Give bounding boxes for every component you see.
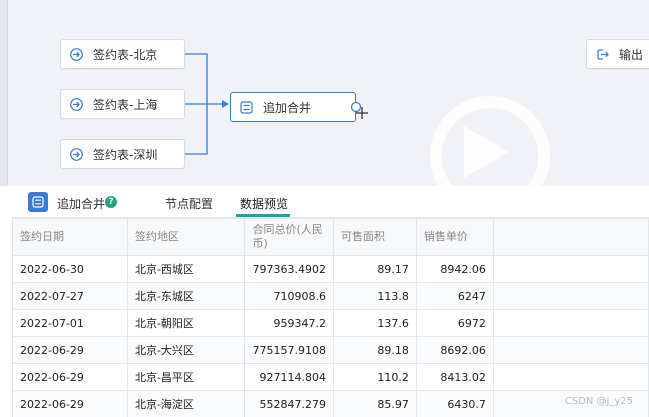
cell-empty — [492, 336, 649, 364]
column-header[interactable]: 可售面积 — [332, 218, 417, 256]
help-icon[interactable]: ? — [105, 196, 117, 208]
merge-icon — [28, 192, 48, 212]
node-label: 输出 — [619, 47, 644, 62]
cell-date: 2022-06-29 — [12, 390, 128, 417]
cell-unit-price: 8413.02 — [415, 363, 494, 391]
column-header[interactable]: 合同总价(人民币) — [244, 218, 334, 256]
cell-unit-price: 8942.06 — [415, 255, 494, 283]
cell-region: 北京-大兴区 — [126, 336, 246, 364]
node-label: 追加合并 — [263, 100, 312, 115]
cell-date: 2022-06-29 — [12, 363, 128, 391]
node-input-shenzhen[interactable]: 签约表-深圳 — [60, 139, 185, 169]
play-icon — [464, 126, 508, 178]
cell-empty — [492, 255, 649, 283]
node-panel-header: 追加合并 ? 节点配置 数据预览 — [12, 186, 649, 218]
cell-empty — [492, 363, 649, 391]
cell-region: 北京-海淀区 — [126, 390, 246, 417]
move-cursor-icon — [350, 101, 368, 119]
watermark: CSDN @j_y25 — [564, 396, 633, 407]
output-icon — [595, 47, 609, 61]
cell-date: 2022-07-01 — [12, 309, 128, 337]
table-header-row: 签约日期 签约地区 合同总价(人民币) 可售面积 销售单价 — [12, 218, 649, 256]
node-label: 签约表-北京 — [93, 47, 158, 62]
node-output[interactable]: 输出 — [586, 39, 649, 69]
active-tab-indicator — [236, 214, 290, 217]
node-append-merge[interactable]: 追加合并 — [230, 92, 356, 122]
cell-region: 北京-西城区 — [126, 255, 246, 283]
input-icon — [69, 147, 83, 161]
node-input-shanghai[interactable]: 签约表-上海 — [60, 89, 185, 119]
cell-date: 2022-07-27 — [12, 282, 128, 310]
cell-total-price: 710908.6 — [244, 282, 334, 310]
input-icon — [69, 47, 83, 61]
column-header-empty — [492, 218, 649, 256]
column-header[interactable]: 签约地区 — [126, 218, 246, 256]
cell-date: 2022-06-30 — [12, 255, 128, 283]
cell-area: 89.18 — [332, 336, 417, 364]
table-row: 2022-07-01 北京-朝阳区 959347.2 137.6 6972 — [12, 309, 649, 337]
cell-total-price: 959347.2 — [244, 309, 334, 337]
cell-unit-price: 6430.7 — [415, 390, 494, 417]
cell-area: 110.2 — [332, 363, 417, 391]
table-row: 2022-06-29 北京-海淀区 552847.279 85.97 6430.… — [12, 390, 649, 417]
cell-total-price: 552847.279 — [244, 390, 334, 417]
table-row: 2022-06-29 北京-大兴区 775157.9108 89.18 8692… — [12, 336, 649, 364]
cell-area: 85.97 — [332, 390, 417, 417]
tab-node-config[interactable]: 节点配置 — [165, 195, 213, 212]
cell-empty — [492, 282, 649, 310]
input-icon — [69, 97, 83, 111]
cell-area: 89.17 — [332, 255, 417, 283]
panel-title: 追加合并 — [57, 197, 106, 211]
table-row: 2022-06-30 北京-西城区 797363.4902 89.17 8942… — [12, 255, 649, 283]
cell-area: 113.8 — [332, 282, 417, 310]
cell-unit-price: 6247 — [415, 282, 494, 310]
cell-unit-price: 8692.06 — [415, 336, 494, 364]
column-header[interactable]: 销售单价 — [415, 218, 494, 256]
table-row: 2022-07-27 北京-东城区 710908.6 113.8 6247 — [12, 282, 649, 310]
data-preview-table[interactable]: 签约日期 签约地区 合同总价(人民币) 可售面积 销售单价 2022-06-30… — [12, 218, 649, 417]
cell-total-price: 775157.9108 — [244, 336, 334, 364]
table-row: 2022-06-29 北京-昌平区 927114.804 110.2 8413.… — [12, 363, 649, 391]
cell-unit-price: 6972 — [415, 309, 494, 337]
cell-region: 北京-东城区 — [126, 282, 246, 310]
cell-total-price: 927114.804 — [244, 363, 334, 391]
cell-region: 北京-昌平区 — [126, 363, 246, 391]
node-input-beijing[interactable]: 签约表-北京 — [60, 39, 185, 69]
merge-icon — [239, 100, 253, 114]
cell-total-price: 797363.4902 — [244, 255, 334, 283]
cell-region: 北京-朝阳区 — [126, 309, 246, 337]
cell-empty — [492, 309, 649, 337]
node-label: 签约表-深圳 — [93, 147, 158, 162]
tab-data-preview[interactable]: 数据预览 — [240, 195, 288, 212]
cell-date: 2022-06-29 — [12, 336, 128, 364]
cell-area: 137.6 — [332, 309, 417, 337]
node-label: 签约表-上海 — [93, 97, 158, 112]
flow-canvas[interactable]: 签约表-北京 签约表-上海 签约表-深圳 追加合并 输出 — [0, 0, 649, 186]
column-header[interactable]: 签约日期 — [12, 218, 128, 256]
